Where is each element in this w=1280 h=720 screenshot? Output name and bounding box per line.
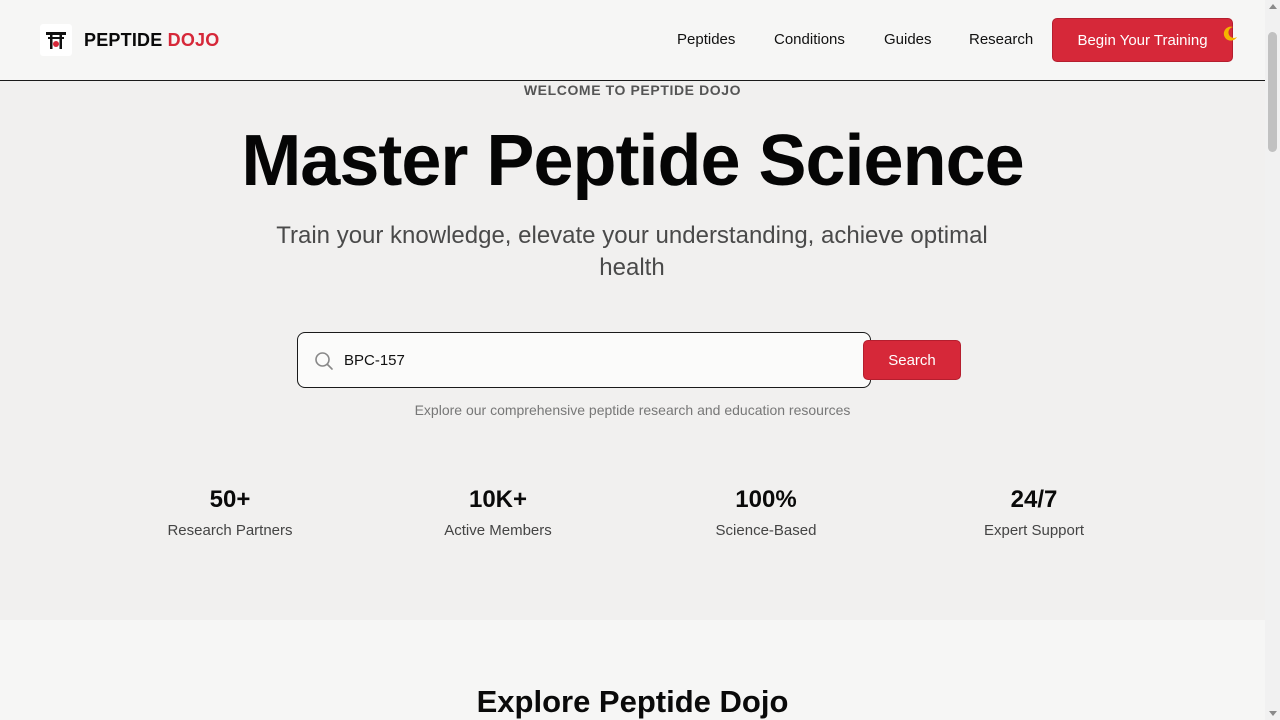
page-scrollbar[interactable]	[1265, 0, 1280, 720]
stat-active-members: 10K+ Active Members	[378, 486, 618, 539]
stat-science-based: 100% Science-Based	[646, 486, 886, 539]
hero-eyebrow: WELCOME TO PEPTIDE DOJO	[523, 82, 742, 98]
nav-item-conditions[interactable]: Conditions	[774, 31, 845, 48]
search-helper-text: Explore our comprehensive peptide resear…	[414, 402, 851, 418]
scroll-up-arrow-icon[interactable]	[1269, 4, 1277, 9]
hero-subtitle: Train your knowledge, elevate your under…	[276, 222, 988, 281]
hero-title: Master Peptide Science	[241, 121, 1024, 201]
stat-label: Active Members	[444, 522, 552, 539]
stat-research-partners: 50+ Research Partners	[110, 486, 350, 539]
stat-value: 100%	[735, 486, 797, 513]
site-header: PEPTIDE DOJO Peptides Conditions Guides …	[0, 0, 1265, 81]
scroll-down-arrow-icon[interactable]	[1269, 711, 1277, 716]
moon-icon[interactable]	[1221, 25, 1239, 48]
begin-training-button[interactable]: Begin Your Training	[1052, 18, 1233, 62]
brand-name: PEPTIDE DOJO	[84, 30, 219, 51]
brand-name-primary: PEPTIDE	[84, 29, 163, 50]
nav-item-guides[interactable]: Guides	[884, 31, 932, 48]
stat-value: 50+	[209, 486, 251, 513]
torii-gate-icon	[40, 24, 72, 56]
search-input[interactable]	[344, 345, 844, 375]
stat-value: 24/7	[1010, 486, 1058, 513]
search-icon	[314, 351, 334, 376]
scroll-thumb[interactable]	[1268, 32, 1277, 152]
page: PEPTIDE DOJO Peptides Conditions Guides …	[0, 0, 1265, 720]
stat-value: 10K+	[468, 486, 528, 513]
brand-logo[interactable]: PEPTIDE DOJO	[40, 24, 219, 56]
stat-expert-support: 24/7 Expert Support	[914, 486, 1154, 539]
stat-label: Science-Based	[715, 522, 817, 539]
nav-item-peptides[interactable]: Peptides	[677, 31, 735, 48]
stat-label: Research Partners	[167, 522, 293, 539]
stat-label: Expert Support	[983, 522, 1085, 539]
brand-name-accent: DOJO	[167, 29, 220, 50]
search-bar	[297, 332, 871, 388]
nav-item-research[interactable]: Research	[969, 31, 1033, 48]
explore-section-title: Explore Peptide Dojo	[476, 684, 789, 719]
search-button[interactable]: Search	[863, 340, 961, 380]
